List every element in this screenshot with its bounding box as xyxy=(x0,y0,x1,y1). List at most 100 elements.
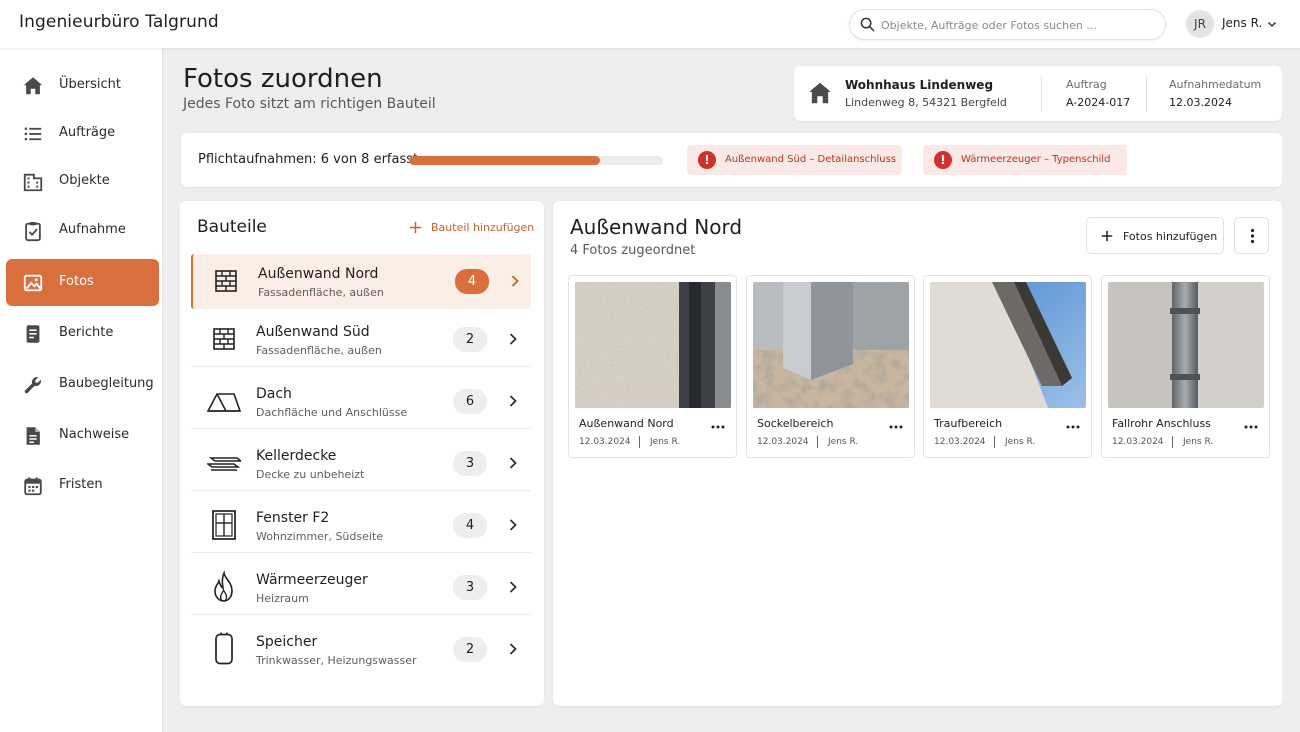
missing-photo-alert[interactable]: ! Wärmeerzeuger – Typenschild xyxy=(923,145,1127,175)
part-item-dach[interactable]: Dach Dachfläche und Anschlüsse 6 xyxy=(191,374,531,429)
document-icon xyxy=(26,427,40,445)
divider xyxy=(1146,76,1147,112)
part-name: Wärmeerzeuger xyxy=(256,572,368,588)
sidebar-item-objekte[interactable]: Objekte xyxy=(6,158,159,205)
selected-part-title: Außenwand Nord xyxy=(570,215,743,239)
plus-icon xyxy=(409,221,422,234)
slab-icon xyxy=(207,457,241,471)
flame-icon xyxy=(214,570,233,602)
more-horizontal-icon[interactable] xyxy=(889,425,903,429)
part-item-kellerdecke[interactable]: Kellerdecke Decke zu unbeheizt 3 xyxy=(191,436,531,491)
photo-detail-panel: Außenwand Nord 4 Fotos zugeordnet Fotos … xyxy=(553,201,1282,706)
photo-author: Jens R. xyxy=(828,437,859,447)
photo-title: Außenwand Nord xyxy=(579,417,674,430)
sidebar-item-label: Fotos xyxy=(59,274,94,289)
part-desc: Dachfläche und Anschlüsse xyxy=(256,406,408,419)
sidebar-item-label: Nachweise xyxy=(59,427,130,442)
date-label: Aufnahmedatum xyxy=(1169,78,1262,91)
sidebar: Übersicht Aufträge Objekte Aufnahme Foto… xyxy=(0,48,163,732)
photo-title: Fallrohr Anschluss xyxy=(1112,417,1211,430)
project-name: Wohnhaus Lindenweg xyxy=(845,78,994,92)
divider xyxy=(1041,76,1042,112)
house-icon xyxy=(809,82,831,104)
part-name: Kellerdecke xyxy=(256,448,337,464)
progress-label: Pflichtaufnahmen: 6 von 8 erfasst xyxy=(198,152,419,167)
more-options-button[interactable] xyxy=(1234,217,1269,254)
clipboard-check-icon xyxy=(25,222,41,242)
photo-date: 12.03.2024 xyxy=(579,437,631,447)
part-item-waermeerzeuger[interactable]: Wärmeerzeuger Heizraum 3 xyxy=(191,560,531,615)
part-name: Speicher xyxy=(256,634,318,650)
divider xyxy=(994,436,995,448)
project-address: Lindenweg 8, 54321 Bergfeld xyxy=(845,96,1007,109)
sidebar-item-berichte[interactable]: Berichte xyxy=(6,310,159,357)
alert-icon: ! xyxy=(934,151,952,169)
sidebar-item-label: Berichte xyxy=(59,325,114,340)
list-icon xyxy=(24,127,42,141)
more-horizontal-icon[interactable] xyxy=(711,425,725,429)
photo-count-badge: 4 xyxy=(455,269,489,294)
sidebar-item-nachweise[interactable]: Nachweise xyxy=(6,412,159,459)
report-icon xyxy=(26,325,40,343)
more-vertical-icon xyxy=(1250,228,1255,244)
photo-thumbnail[interactable] xyxy=(1108,282,1264,408)
sidebar-item-fotos[interactable]: Fotos xyxy=(6,259,159,306)
parts-title: Bauteile xyxy=(197,217,267,237)
sidebar-item-uebersicht[interactable]: Übersicht xyxy=(6,62,159,109)
sidebar-item-auftraege[interactable]: Aufträge xyxy=(6,110,159,157)
photo-card[interactable]: Außenwand Nord 12.03.2024 Jens R. xyxy=(568,275,737,458)
chevron-down-icon[interactable] xyxy=(1266,18,1278,30)
building-parts-panel: Bauteile Bauteil hinzufügen Außenwand No… xyxy=(180,201,544,706)
photo-count-badge: 3 xyxy=(453,451,487,476)
part-item-speicher[interactable]: Speicher Trinkwasser, Heizungswasser 2 xyxy=(191,622,531,677)
part-item-aussenwand-sued[interactable]: Außenwand Süd Fassadenfläche, außen 2 xyxy=(191,312,531,367)
photo-date: 12.03.2024 xyxy=(1112,437,1164,447)
chevron-right-icon xyxy=(509,519,517,531)
add-photos-button[interactable]: Fotos hinzufügen xyxy=(1086,217,1224,254)
photo-date: 12.03.2024 xyxy=(934,437,986,447)
part-desc: Trinkwasser, Heizungswasser xyxy=(256,654,417,667)
plus-icon xyxy=(1101,230,1113,242)
chevron-right-icon xyxy=(509,395,517,407)
photo-thumbnail[interactable] xyxy=(575,282,731,408)
photo-count-badge: 2 xyxy=(453,327,487,352)
part-desc: Wohnzimmer, Südseite xyxy=(256,530,384,543)
photo-thumbnail[interactable] xyxy=(753,282,909,408)
page-title: Fotos zuordnen xyxy=(183,64,383,94)
photo-card[interactable]: Fallrohr Anschluss 12.03.2024 Jens R. xyxy=(1101,275,1270,458)
alert-text: Außenwand Süd – Detailanschluss xyxy=(725,154,897,165)
user-name[interactable]: Jens R. xyxy=(1222,16,1262,30)
sidebar-item-fristen[interactable]: Fristen xyxy=(6,462,159,509)
more-horizontal-icon[interactable] xyxy=(1066,425,1080,429)
chevron-right-icon xyxy=(509,457,517,469)
part-item-fenster-f2[interactable]: Fenster F2 Wohnzimmer, Südseite 4 xyxy=(191,498,531,553)
part-item-aussenwand-nord[interactable]: Außenwand Nord Fassadenfläche, außen 4 xyxy=(191,254,531,309)
part-desc: Fassadenfläche, außen xyxy=(258,286,384,299)
chevron-right-icon xyxy=(509,333,517,345)
sidebar-item-label: Fristen xyxy=(59,477,103,492)
photo-count-badge: 3 xyxy=(453,575,487,600)
divider xyxy=(817,436,818,448)
more-horizontal-icon[interactable] xyxy=(1244,425,1258,429)
sidebar-item-baubegleitung[interactable]: Baubegleitung xyxy=(6,361,159,408)
required-photos-card: Pflichtaufnahmen: 6 von 8 erfasst ! Auße… xyxy=(181,133,1282,187)
sidebar-item-aufnahme[interactable]: Aufnahme xyxy=(6,207,159,254)
alert-text: Wärmeerzeuger – Typenschild xyxy=(961,154,1111,165)
avatar[interactable]: JR xyxy=(1186,10,1214,38)
page-subtitle: Jedes Foto sitzt am richtigen Bauteil xyxy=(183,96,436,112)
sidebar-item-label: Aufträge xyxy=(59,125,116,140)
photo-thumbnail[interactable] xyxy=(930,282,1086,408)
wrench-icon xyxy=(24,377,41,394)
photo-card[interactable]: Traufbereich 12.03.2024 Jens R. xyxy=(923,275,1092,458)
order-value: A-2024-017 xyxy=(1066,96,1131,109)
wall-icon xyxy=(213,328,235,350)
photo-count-badge: 6 xyxy=(453,389,487,414)
search-box[interactable] xyxy=(849,9,1166,40)
wall-icon xyxy=(215,270,237,292)
photo-author: Jens R. xyxy=(650,437,681,447)
photo-card[interactable]: Sockelbereich 12.03.2024 Jens R. xyxy=(746,275,915,458)
search-input[interactable] xyxy=(881,14,1156,36)
chevron-right-icon xyxy=(509,643,517,655)
home-icon xyxy=(23,77,43,95)
missing-photo-alert[interactable]: ! Außenwand Süd – Detailanschluss xyxy=(687,145,902,175)
